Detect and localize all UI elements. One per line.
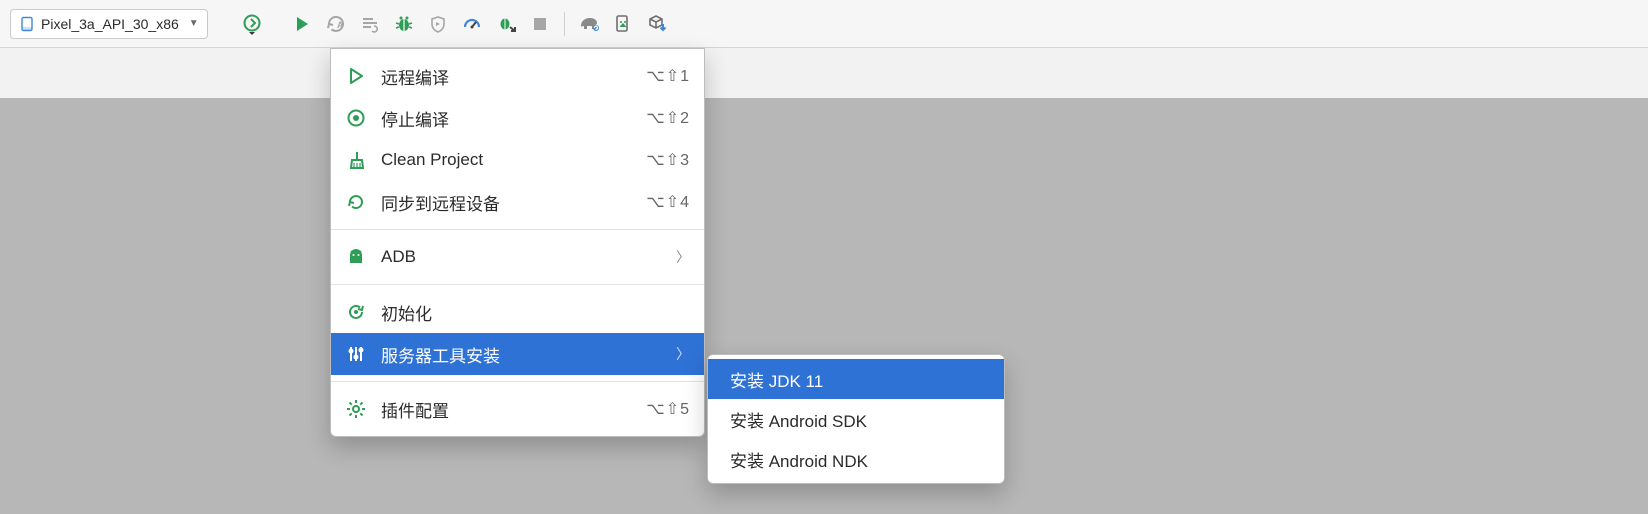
stop-button[interactable] bbox=[526, 10, 554, 38]
speedometer-icon bbox=[462, 14, 482, 34]
sliders-icon bbox=[345, 343, 367, 365]
debug-button[interactable] bbox=[390, 10, 418, 38]
stop-icon bbox=[532, 16, 548, 32]
menu-item-label: 服务器工具安装 bbox=[381, 342, 662, 367]
apply-changes-icon: A bbox=[326, 14, 346, 34]
chevron-right-icon: 〉 bbox=[676, 344, 690, 364]
refresh-icon bbox=[345, 301, 367, 323]
apply-code-icon bbox=[360, 14, 380, 34]
chevron-down-icon: ▼ bbox=[189, 18, 199, 29]
submenu-item-install-android-ndk[interactable]: 安装 Android NDK bbox=[708, 439, 1004, 479]
menu-item-remote-compile[interactable]: 远程编译 ⌥⇧1 bbox=[331, 55, 704, 97]
submenu-item-label: 安装 JDK 11 bbox=[730, 367, 990, 392]
menu-item-clean-project[interactable]: Clean Project ⌥⇧3 bbox=[331, 139, 704, 181]
main-toolbar: Pixel_3a_API_30_x86 ▼ A bbox=[0, 0, 1648, 48]
device-selector[interactable]: Pixel_3a_API_30_x86 ▼ bbox=[10, 9, 208, 39]
avd-manager-button[interactable] bbox=[609, 10, 637, 38]
device-icon bbox=[19, 16, 35, 32]
dropdown-menu: 远程编译 ⌥⇧1 停止编译 ⌥⇧2 Clean Project ⌥⇧3 同步到远… bbox=[330, 48, 705, 437]
device-manager-icon bbox=[613, 14, 633, 34]
menu-item-label: 同步到远程设备 bbox=[381, 190, 632, 215]
submenu-item-install-android-sdk[interactable]: 安装 Android SDK bbox=[708, 399, 1004, 439]
menu-item-plugin-config[interactable]: 插件配置 ⌥⇧5 bbox=[331, 388, 704, 430]
menu-item-shortcut: ⌥⇧1 bbox=[646, 66, 690, 86]
gear-icon bbox=[345, 398, 367, 420]
sync-project-button[interactable] bbox=[238, 10, 266, 38]
menu-item-label: Clean Project bbox=[381, 150, 632, 170]
sdk-manager-button[interactable] bbox=[643, 10, 671, 38]
attach-debugger-button[interactable] bbox=[492, 10, 520, 38]
menu-item-shortcut: ⌥⇧4 bbox=[646, 192, 690, 212]
profiler-button[interactable] bbox=[458, 10, 486, 38]
menu-item-label: ADB bbox=[381, 247, 662, 267]
elephant-icon bbox=[578, 14, 600, 34]
broom-icon bbox=[345, 149, 367, 171]
run-button[interactable] bbox=[288, 10, 316, 38]
menu-item-label: 插件配置 bbox=[381, 397, 632, 422]
apply-changes-button[interactable]: A bbox=[322, 10, 350, 38]
coverage-icon bbox=[428, 14, 448, 34]
menu-item-shortcut: ⌥⇧2 bbox=[646, 108, 690, 128]
menu-item-stop-compile[interactable]: 停止编译 ⌥⇧2 bbox=[331, 97, 704, 139]
sub-toolbar-area bbox=[0, 48, 1648, 98]
menu-separator bbox=[331, 284, 704, 285]
menu-item-shortcut: ⌥⇧5 bbox=[646, 399, 690, 419]
menu-item-server-tools-install[interactable]: 服务器工具安装 〉 bbox=[331, 333, 704, 375]
sync-icon bbox=[345, 191, 367, 213]
play-outline-icon bbox=[345, 65, 367, 87]
menu-item-sync-remote[interactable]: 同步到远程设备 ⌥⇧4 bbox=[331, 181, 704, 223]
sdk-download-icon bbox=[646, 14, 668, 34]
android-icon bbox=[345, 246, 367, 268]
menu-item-label: 初始化 bbox=[381, 300, 690, 325]
menu-item-label: 停止编译 bbox=[381, 106, 632, 131]
submenu-server-tools: 安装 JDK 11 安装 Android SDK 安装 Android NDK bbox=[707, 354, 1005, 484]
chevron-right-icon: 〉 bbox=[676, 247, 690, 267]
toolbar-separator bbox=[564, 12, 565, 36]
bug-icon bbox=[394, 14, 414, 34]
menu-separator bbox=[331, 229, 704, 230]
apply-code-changes-button[interactable] bbox=[356, 10, 384, 38]
sync-circle-icon bbox=[241, 13, 263, 35]
svg-text:A: A bbox=[337, 20, 344, 30]
submenu-item-label: 安装 Android SDK bbox=[730, 407, 990, 432]
menu-item-adb[interactable]: ADB 〉 bbox=[331, 236, 704, 278]
run-coverage-button[interactable] bbox=[424, 10, 452, 38]
stop-circle-icon bbox=[345, 107, 367, 129]
submenu-item-label: 安装 Android NDK bbox=[730, 447, 990, 472]
play-icon bbox=[293, 15, 311, 33]
menu-item-shortcut: ⌥⇧3 bbox=[646, 150, 690, 170]
menu-item-label: 远程编译 bbox=[381, 64, 632, 89]
menu-separator bbox=[331, 381, 704, 382]
gradle-elephant-button[interactable] bbox=[575, 10, 603, 38]
submenu-item-install-jdk[interactable]: 安装 JDK 11 bbox=[708, 359, 1004, 399]
menu-item-initialize[interactable]: 初始化 bbox=[331, 291, 704, 333]
device-selector-label: Pixel_3a_API_30_x86 bbox=[41, 16, 179, 32]
bug-arrow-icon bbox=[496, 14, 516, 34]
